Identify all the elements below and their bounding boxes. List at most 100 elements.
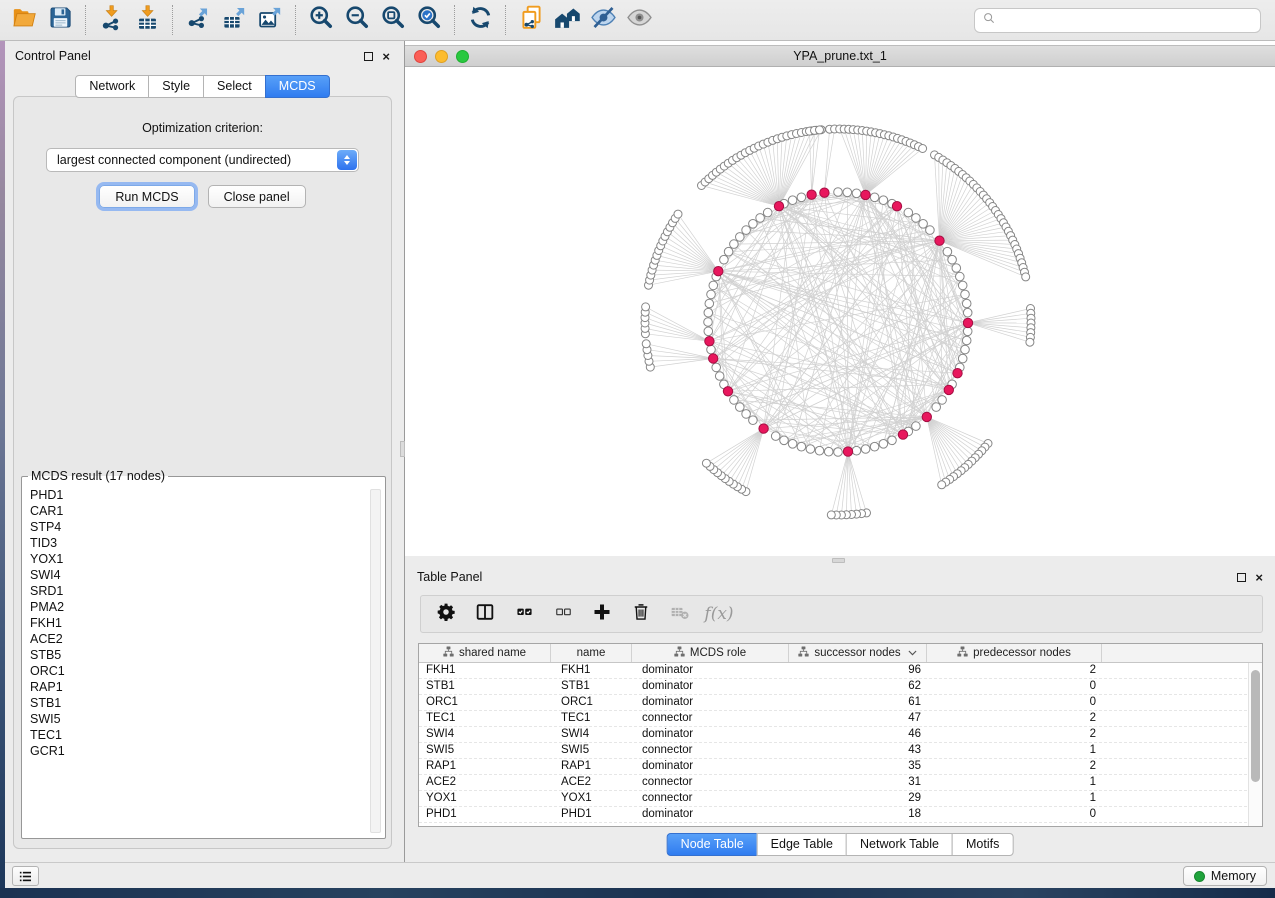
save-button[interactable] (42, 3, 78, 37)
mcds-result-node[interactable]: CAR1 (30, 503, 385, 519)
table-cell[interactable]: 18 (789, 807, 927, 822)
show-all-button[interactable] (621, 3, 657, 37)
table-cell[interactable]: 47 (789, 711, 927, 726)
tab-style[interactable]: Style (148, 75, 204, 98)
mcds-result-node[interactable]: SWI4 (30, 567, 385, 583)
table-cell[interactable]: 35 (789, 759, 927, 774)
mcds-result-node[interactable]: SRD1 (30, 583, 385, 599)
table-row[interactable]: ORC1ORC1dominator610 (419, 695, 1262, 711)
table-cell[interactable]: FKH1 (551, 663, 632, 678)
mcds-result-node[interactable]: GCR1 (30, 743, 385, 759)
mcds-result-node[interactable]: ACE2 (30, 631, 385, 647)
tab-node-table[interactable]: Node Table (667, 833, 758, 856)
table-cell[interactable]: dominator (632, 759, 789, 774)
mcds-result-node[interactable]: STB1 (30, 695, 385, 711)
export-network-button[interactable] (180, 3, 216, 37)
mcds-result-node[interactable]: STB5 (30, 647, 385, 663)
network-graph[interactable] (405, 67, 1275, 556)
table-row[interactable]: YOX1YOX1connector291 (419, 791, 1262, 807)
table-cell[interactable]: connector (632, 743, 789, 758)
columns-button[interactable] (474, 603, 496, 625)
table-cell[interactable]: RAP1 (551, 759, 632, 774)
column-header-successor-nodes[interactable]: successor nodes (789, 644, 927, 662)
table-cell[interactable]: 1 (927, 791, 1102, 806)
mcds-result-node[interactable]: RAP1 (30, 679, 385, 695)
search-box[interactable] (974, 8, 1261, 33)
mcds-list-scrollbar[interactable] (370, 489, 381, 833)
mcds-result-node[interactable]: STP4 (30, 519, 385, 535)
table-cell[interactable]: 46 (789, 727, 927, 742)
column-header-name[interactable]: name (551, 644, 632, 662)
copy-network-button[interactable] (513, 3, 549, 37)
table-cell[interactable]: 2 (927, 663, 1102, 678)
export-table-button[interactable] (216, 3, 252, 37)
table-cell[interactable]: dominator (632, 727, 789, 742)
table-cell[interactable]: ORC1 (419, 695, 551, 710)
column-header-predecessor-nodes[interactable]: predecessor nodes (927, 644, 1102, 662)
mcds-result-node[interactable]: TEC1 (30, 727, 385, 743)
table-cell[interactable]: connector (632, 791, 789, 806)
table-cell[interactable]: 61 (789, 695, 927, 710)
network-canvas[interactable] (405, 67, 1275, 556)
table-cell[interactable]: 2 (927, 711, 1102, 726)
table-row[interactable]: SWI4SWI4dominator462 (419, 727, 1262, 743)
tab-select[interactable]: Select (203, 75, 266, 98)
select-all-button[interactable] (513, 603, 535, 625)
memory-button[interactable]: Memory (1183, 866, 1267, 886)
table-row[interactable]: PHD1PHD1dominator180 (419, 807, 1262, 823)
table-cell[interactable]: connector (632, 711, 789, 726)
table-cell[interactable]: 2 (927, 759, 1102, 774)
table-row[interactable]: RAP1RAP1dominator352 (419, 759, 1262, 775)
table-cell[interactable]: connector (632, 775, 789, 790)
table-scrollbar-thumb[interactable] (1251, 670, 1260, 782)
refresh-button[interactable] (462, 3, 498, 37)
table-cell[interactable]: dominator (632, 679, 789, 694)
table-cell[interactable]: 43 (789, 743, 927, 758)
table-cell[interactable]: 0 (927, 695, 1102, 710)
table-cell[interactable]: STB1 (551, 679, 632, 694)
table-cell[interactable]: PHD1 (419, 807, 551, 822)
close-panel-button[interactable]: Close panel (208, 185, 306, 208)
table-cell[interactable]: FKH1 (419, 663, 551, 678)
table-cell[interactable]: 2 (927, 727, 1102, 742)
table-cell[interactable]: ACE2 (419, 775, 551, 790)
table-cell[interactable]: RAP1 (419, 759, 551, 774)
zoom-out-button[interactable] (339, 3, 375, 37)
float-table-panel-icon[interactable] (1237, 573, 1246, 582)
zoom-in-button[interactable] (303, 3, 339, 37)
criterion-dropdown[interactable]: largest connected component (undirected) (46, 148, 359, 172)
column-header-shared-name[interactable]: shared name (419, 644, 551, 662)
mcds-result-node[interactable]: YOX1 (30, 551, 385, 567)
table-row[interactable]: STB1STB1dominator620 (419, 679, 1262, 695)
mcds-result-node[interactable]: FKH1 (30, 615, 385, 631)
table-cell[interactable]: 29 (789, 791, 927, 806)
table-cell[interactable]: 1 (927, 743, 1102, 758)
table-row[interactable]: FKH1FKH1dominator962 (419, 663, 1262, 679)
horizontal-splitter[interactable] (405, 556, 1275, 565)
import-network-button[interactable] (93, 3, 129, 37)
mcds-result-node[interactable]: PMA2 (30, 599, 385, 615)
ndex-button[interactable] (549, 3, 585, 37)
tab-motifs[interactable]: Motifs (952, 833, 1013, 856)
mcds-result-node[interactable]: ORC1 (30, 663, 385, 679)
table-cell[interactable]: 31 (789, 775, 927, 790)
table-row[interactable]: TEC1TEC1connector472 (419, 711, 1262, 727)
hide-selected-button[interactable] (585, 3, 621, 37)
column-header-MCDS-role[interactable]: MCDS role (632, 644, 789, 662)
table-cell[interactable]: STB1 (419, 679, 551, 694)
add-button[interactable] (591, 603, 613, 625)
mcds-result-node[interactable]: SWI5 (30, 711, 385, 727)
tab-edge-table[interactable]: Edge Table (757, 833, 847, 856)
tab-network[interactable]: Network (75, 75, 149, 98)
deselect-all-button[interactable] (552, 603, 574, 625)
table-cell[interactable]: 96 (789, 663, 927, 678)
table-row[interactable]: SWI5SWI5connector431 (419, 743, 1262, 759)
table-cell[interactable]: YOX1 (551, 791, 632, 806)
table-cell[interactable]: SWI5 (419, 743, 551, 758)
table-cell[interactable]: 62 (789, 679, 927, 694)
float-panel-icon[interactable] (364, 52, 373, 61)
sort-chevron-icon[interactable] (906, 647, 917, 659)
mcds-result-node[interactable]: PHD1 (30, 487, 385, 503)
table-cell[interactable]: dominator (632, 807, 789, 822)
zoom-fit-button[interactable] (375, 3, 411, 37)
